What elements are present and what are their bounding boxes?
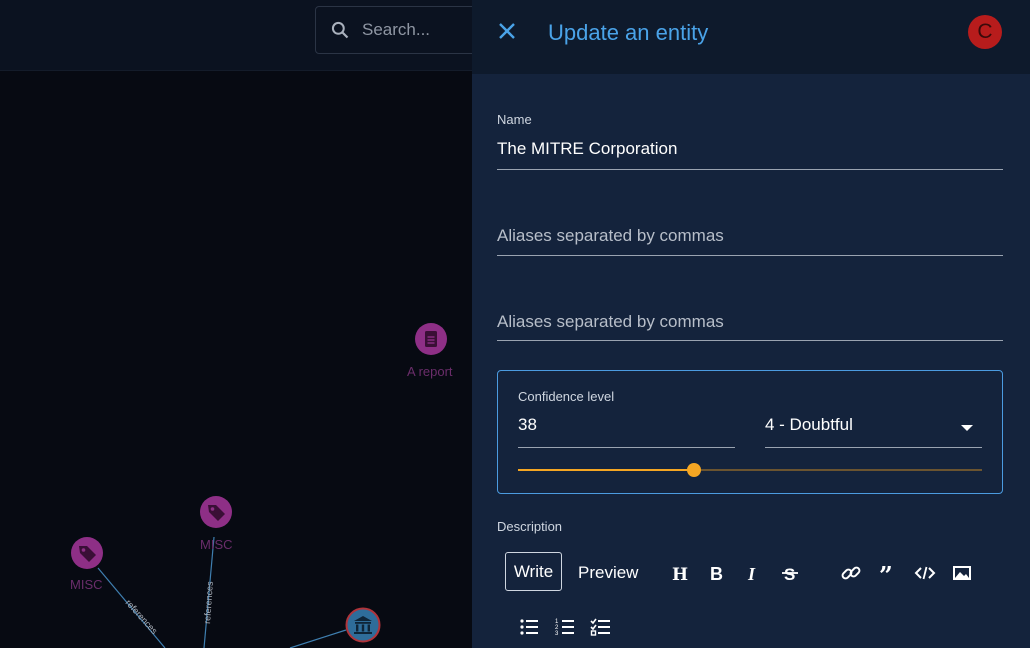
edge-label: references	[124, 598, 160, 637]
drawer-title: Update an entity	[548, 20, 709, 45]
write-tab[interactable]: Write	[505, 552, 562, 591]
svg-text:B: B	[710, 564, 723, 584]
graph-node-organization[interactable]	[345, 607, 381, 643]
name-underline	[497, 169, 1003, 170]
svg-text:H: H	[672, 565, 688, 584]
graph-edge	[289, 629, 347, 648]
task-list-icon[interactable]	[590, 616, 612, 638]
graph-node-report[interactable]	[414, 322, 448, 356]
search-icon	[331, 21, 349, 39]
italic-icon[interactable]: I	[742, 562, 764, 584]
graph-node-misc[interactable]	[199, 495, 233, 529]
graph-node-misc[interactable]	[70, 536, 104, 570]
avatar[interactable]: C	[968, 15, 1002, 49]
aliases-input[interactable]: Aliases separated by commas	[497, 226, 1003, 246]
heading-icon[interactable]: H	[669, 562, 691, 584]
confidence-level-value: 4 - Doubtful	[765, 415, 853, 434]
confidence-value: 38	[518, 415, 537, 434]
bold-icon[interactable]: B	[706, 562, 728, 584]
svg-text:”: ”	[879, 562, 893, 584]
chevron-down-icon	[961, 425, 973, 431]
confidence-label: Confidence level	[518, 389, 615, 404]
tag-icon	[200, 496, 232, 528]
svg-text:I: I	[747, 564, 756, 584]
name-input[interactable]: The MITRE Corporation	[497, 139, 1003, 159]
svg-text:S: S	[784, 565, 795, 584]
confidence-slider[interactable]	[518, 463, 982, 477]
slider-thumb[interactable]	[687, 463, 701, 477]
graph-node-label: MISC	[200, 537, 233, 552]
report-icon	[415, 323, 447, 355]
drawer-header: Update an entity C	[472, 0, 1030, 74]
bullet-list-icon[interactable]	[518, 616, 540, 638]
link-icon[interactable]	[840, 562, 862, 584]
close-icon[interactable]	[496, 20, 518, 42]
name-field[interactable]: Name The MITRE Corporation	[497, 112, 1003, 172]
graph-node-label: A report	[407, 364, 453, 379]
numbered-list-icon[interactable]: 1 2 3	[554, 616, 576, 638]
search-input[interactable]: Search...	[362, 20, 430, 40]
description-label: Description	[497, 519, 563, 534]
strikethrough-icon[interactable]: S	[779, 562, 801, 584]
confidence-level-select[interactable]: 4 - Doubtful	[765, 415, 982, 448]
tag-icon	[71, 537, 103, 569]
slider-fill	[518, 469, 694, 471]
image-icon[interactable]	[951, 562, 973, 584]
aliases-field-2[interactable]: Aliases separated by commas	[497, 312, 1003, 344]
organization-icon	[345, 607, 381, 643]
edge-label: references	[202, 581, 215, 625]
code-icon[interactable]	[914, 562, 936, 584]
svg-text:3: 3	[555, 631, 559, 637]
name-label: Name	[497, 112, 532, 127]
graph-node-label: MISC	[70, 577, 103, 592]
confidence-box: Confidence level 38 4 - Doubtful	[497, 370, 1003, 494]
aliases-underline-2	[497, 340, 1003, 341]
confidence-input[interactable]: 38	[518, 415, 735, 448]
update-entity-drawer: Update an entity C Name The MITRE Corpor…	[472, 0, 1030, 648]
aliases-field[interactable]: Aliases separated by commas	[497, 226, 1003, 258]
graph-canvas[interactable]: references references A report MISC MISC	[0, 72, 472, 648]
aliases-underline	[497, 255, 1003, 256]
aliases-input-2[interactable]: Aliases separated by commas	[497, 312, 1003, 332]
preview-tab[interactable]: Preview	[578, 563, 638, 583]
quote-icon[interactable]: ”	[877, 562, 899, 584]
